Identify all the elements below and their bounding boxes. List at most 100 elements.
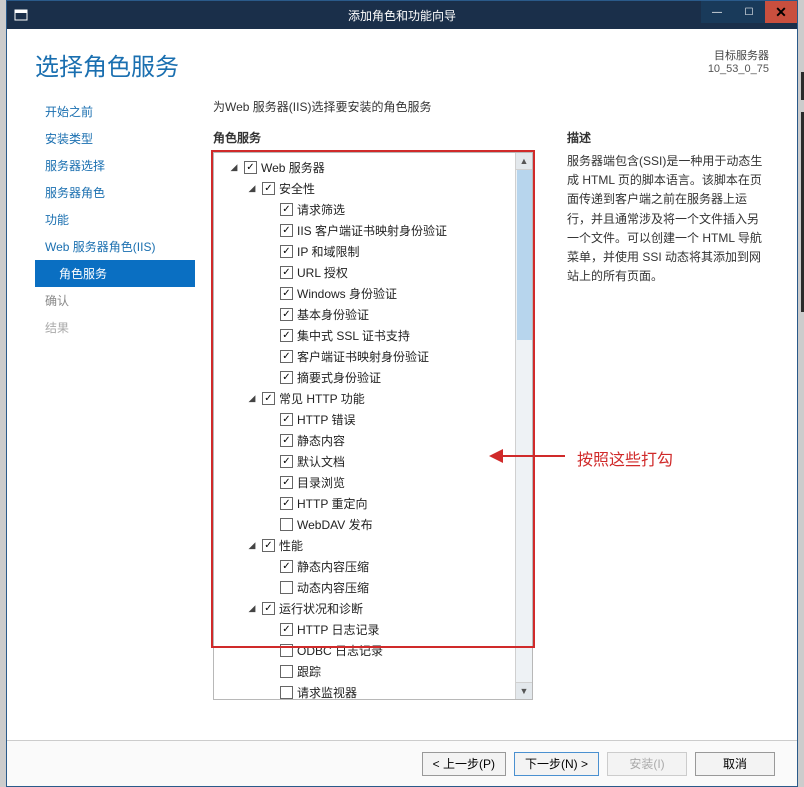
scroll-up-button[interactable]: ▲ [516,153,532,170]
scroll-track[interactable] [516,170,532,682]
tree-node-label: 目录浏览 [297,474,345,491]
tree-scrollbar[interactable]: ▲ ▼ [515,153,532,699]
tree-checkbox[interactable]: ✓ [262,182,275,195]
tree-checkbox[interactable]: ✓ [280,476,293,489]
tree-checkbox[interactable]: ✓ [280,287,293,300]
maximize-button[interactable]: ☐ [733,1,765,23]
sidebar-item[interactable]: 安装类型 [35,125,195,152]
install-button[interactable]: 安装(I) [607,752,687,776]
tree-checkbox[interactable] [280,518,293,531]
tree-checkbox[interactable]: ✓ [280,434,293,447]
tree-node-label: 集中式 SSL 证书支持 [297,327,410,344]
expand-spacer [264,666,276,678]
tree-node[interactable]: ◢ ✓ Web 服务器 [216,157,530,178]
tree-node[interactable]: ODBC 日志记录 [216,640,530,661]
tree-node[interactable]: 动态内容压缩 [216,577,530,598]
tree-node[interactable]: ✓ HTTP 错误 [216,409,530,430]
tree-checkbox[interactable]: ✓ [280,308,293,321]
role-services-heading: 角色服务 [213,129,543,152]
tree-node-label: 基本身份验证 [297,306,369,323]
tree-node[interactable]: ✓ IP 和域限制 [216,241,530,262]
tree-checkbox[interactable]: ✓ [280,245,293,258]
tree-node[interactable]: ✓ 基本身份验证 [216,304,530,325]
expand-spacer [264,645,276,657]
tree-node-label: IP 和域限制 [297,243,359,260]
expand-spacer [264,477,276,489]
tree-node-label: IIS 客户端证书映射身份验证 [297,222,447,239]
tree-checkbox[interactable] [280,581,293,594]
expand-toggle-icon[interactable]: ◢ [246,183,258,195]
tree-checkbox[interactable]: ✓ [244,161,257,174]
tree-node[interactable]: ✓默认文档 [216,451,530,472]
tree-checkbox[interactable] [280,644,293,657]
tree-checkbox[interactable]: ✓ [280,350,293,363]
sidebar-item[interactable]: 功能 [35,206,195,233]
expand-spacer [264,351,276,363]
tree-checkbox[interactable]: ✓ [280,413,293,426]
sidebar-item[interactable]: 服务器角色 [35,179,195,206]
close-button[interactable]: ✕ [765,1,797,23]
tree-node[interactable]: ✓ HTTP 日志记录 [216,619,530,640]
tree-checkbox[interactable]: ✓ [280,455,293,468]
cancel-button[interactable]: 取消 [695,752,775,776]
tree-node[interactable]: ✓URL 授权 [216,262,530,283]
page-title: 选择角色服务 [35,47,769,82]
window-title: 添加角色和功能向导 [7,7,797,24]
tree-node-label: HTTP 日志记录 [297,621,379,638]
tree-checkbox[interactable]: ✓ [280,497,293,510]
tree-node[interactable]: 跟踪 [216,661,530,682]
expand-spacer [264,204,276,216]
tree-node[interactable]: 请求监视器 [216,682,530,700]
tree-checkbox[interactable] [280,665,293,678]
tree-node[interactable]: ✓请求筛选 [216,199,530,220]
next-button[interactable]: 下一步(N) > [514,752,599,776]
tree-node[interactable]: WebDAV 发布 [216,514,530,535]
sidebar-item[interactable]: Web 服务器角色(IIS) [35,233,195,260]
tree-checkbox[interactable]: ✓ [262,539,275,552]
tree-checkbox[interactable]: ✓ [280,203,293,216]
tree-node[interactable]: ◢✓性能 [216,535,530,556]
tree-checkbox[interactable] [280,686,293,699]
role-services-tree[interactable]: ◢✓Web 服务器◢✓安全性✓请求筛选✓IIS 客户端证书映射身份验证✓IP 和… [213,152,533,700]
tree-node[interactable]: ◢✓安全性 [216,178,530,199]
scroll-thumb[interactable] [517,170,532,340]
tree-node[interactable]: ◢✓运行状况和诊断 [216,598,530,619]
titlebar: 添加角色和功能向导 — ☐ ✕ [7,1,797,29]
minimize-button[interactable]: — [701,1,733,23]
tree-checkbox[interactable]: ✓ [280,371,293,384]
tree-checkbox[interactable]: ✓ [280,329,293,342]
tree-node-label: 动态内容压缩 [297,579,369,596]
expand-toggle-icon[interactable]: ◢ [246,393,258,405]
tree-node-label: HTTP 错误 [297,411,355,428]
tree-node-label: HTTP 重定向 [297,495,367,512]
previous-button[interactable]: < 上一步(P) [422,752,506,776]
sidebar-item[interactable]: 服务器选择 [35,152,195,179]
tree-node[interactable]: ✓静态内容压缩 [216,556,530,577]
tree-node[interactable]: ✓客户端证书映射身份验证 [216,346,530,367]
sidebar-item[interactable]: 角色服务 [35,260,195,287]
tree-node[interactable]: ✓摘要式身份验证 [216,367,530,388]
tree-node[interactable]: ✓Windows 身份验证 [216,283,530,304]
tree-node[interactable]: ✓ HTTP 重定向 [216,493,530,514]
tree-node-label: 常见 HTTP 功能 [279,390,365,407]
expand-spacer [264,687,276,699]
tree-node[interactable]: ✓ 集中式 SSL 证书支持 [216,325,530,346]
tree-checkbox[interactable]: ✓ [280,623,293,636]
tree-checkbox[interactable]: ✓ [280,224,293,237]
tree-node[interactable]: ✓静态内容 [216,430,530,451]
tree-checkbox[interactable]: ✓ [262,602,275,615]
tree-checkbox[interactable]: ✓ [280,560,293,573]
scroll-down-button[interactable]: ▼ [516,682,532,699]
tree-node[interactable]: ◢ ✓ 常见 HTTP 功能 [216,388,530,409]
tree-checkbox[interactable]: ✓ [280,266,293,279]
tree-node[interactable]: ✓ IIS 客户端证书映射身份验证 [216,220,530,241]
expand-toggle-icon[interactable]: ◢ [246,540,258,552]
expand-spacer [264,372,276,384]
sidebar-item[interactable]: 开始之前 [35,98,195,125]
tree-checkbox[interactable]: ✓ [262,392,275,405]
tree-node-label: Web 服务器 [261,159,325,176]
tree-node[interactable]: ✓ 目录浏览 [216,472,530,493]
expand-toggle-icon[interactable]: ◢ [246,603,258,615]
expand-spacer [264,309,276,321]
expand-toggle-icon[interactable]: ◢ [228,162,240,174]
